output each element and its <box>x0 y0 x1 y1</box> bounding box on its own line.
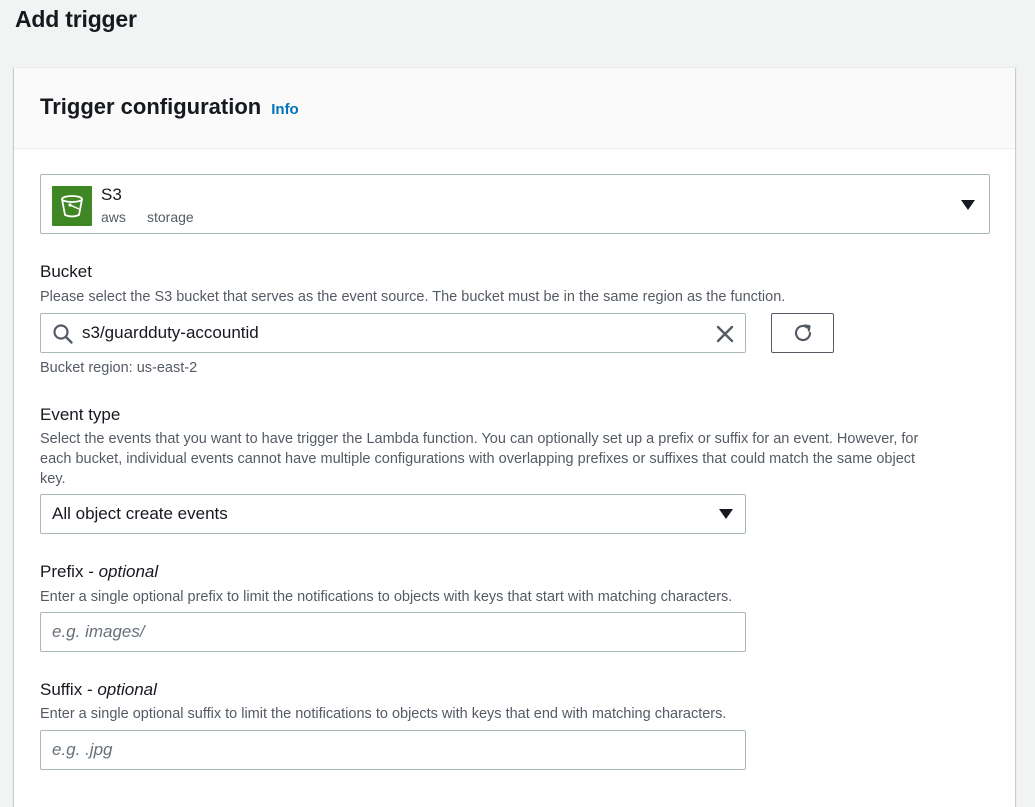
source-name: S3 <box>101 185 122 204</box>
source-tag: aws <box>101 209 126 225</box>
bucket-value: s3/guardduty-accountid <box>82 323 259 342</box>
bucket-region: Bucket region: us-east-2 <box>40 360 198 376</box>
event-type-description: key. <box>40 471 66 487</box>
close-icon[interactable] <box>714 323 736 345</box>
prefix-label-text: Prefix <box>40 562 84 581</box>
info-link[interactable]: Info <box>271 101 299 118</box>
optional-label: optional <box>97 680 157 699</box>
caret-down-icon <box>719 509 733 519</box>
bucket-search-input[interactable]: s3/guardduty-accountid <box>40 313 746 353</box>
suffix-label: Suffix - optional <box>40 680 157 699</box>
trigger-configuration-panel: Trigger configuration Info S3 aws storag… <box>14 67 1015 807</box>
prefix-placeholder: e.g. images/ <box>52 622 145 641</box>
refresh-button[interactable] <box>771 313 834 353</box>
page-title: Add trigger <box>15 6 137 32</box>
prefix-description: Enter a single optional prefix to limit … <box>40 589 733 605</box>
trigger-source-select[interactable]: S3 aws storage <box>40 174 990 234</box>
suffix-input[interactable]: e.g. .jpg <box>40 730 746 770</box>
optional-label: optional <box>98 562 159 581</box>
source-tag: storage <box>147 209 194 225</box>
caret-down-icon <box>961 200 975 210</box>
suffix-label-text: Suffix <box>40 680 83 699</box>
search-icon <box>53 324 73 344</box>
panel-title: Trigger configuration <box>40 94 262 119</box>
event-type-description: each bucket, individual events cannot ha… <box>40 451 916 467</box>
event-type-label: Event type <box>40 405 121 424</box>
prefix-label: Prefix - optional <box>40 562 159 581</box>
bucket-description: Please select the S3 bucket that serves … <box>40 289 786 305</box>
event-type-description: Select the events that you want to have … <box>40 431 919 447</box>
suffix-description: Enter a single optional suffix to limit … <box>40 706 727 722</box>
suffix-placeholder: e.g. .jpg <box>52 740 113 759</box>
bucket-label: Bucket <box>40 262 92 281</box>
panel-header: Trigger configuration Info <box>14 68 1015 149</box>
event-type-select[interactable]: All object create events <box>40 494 746 534</box>
event-type-value: All object create events <box>52 504 228 523</box>
prefix-input[interactable]: e.g. images/ <box>40 612 746 652</box>
s3-bucket-icon <box>52 186 92 226</box>
refresh-icon <box>794 324 811 342</box>
